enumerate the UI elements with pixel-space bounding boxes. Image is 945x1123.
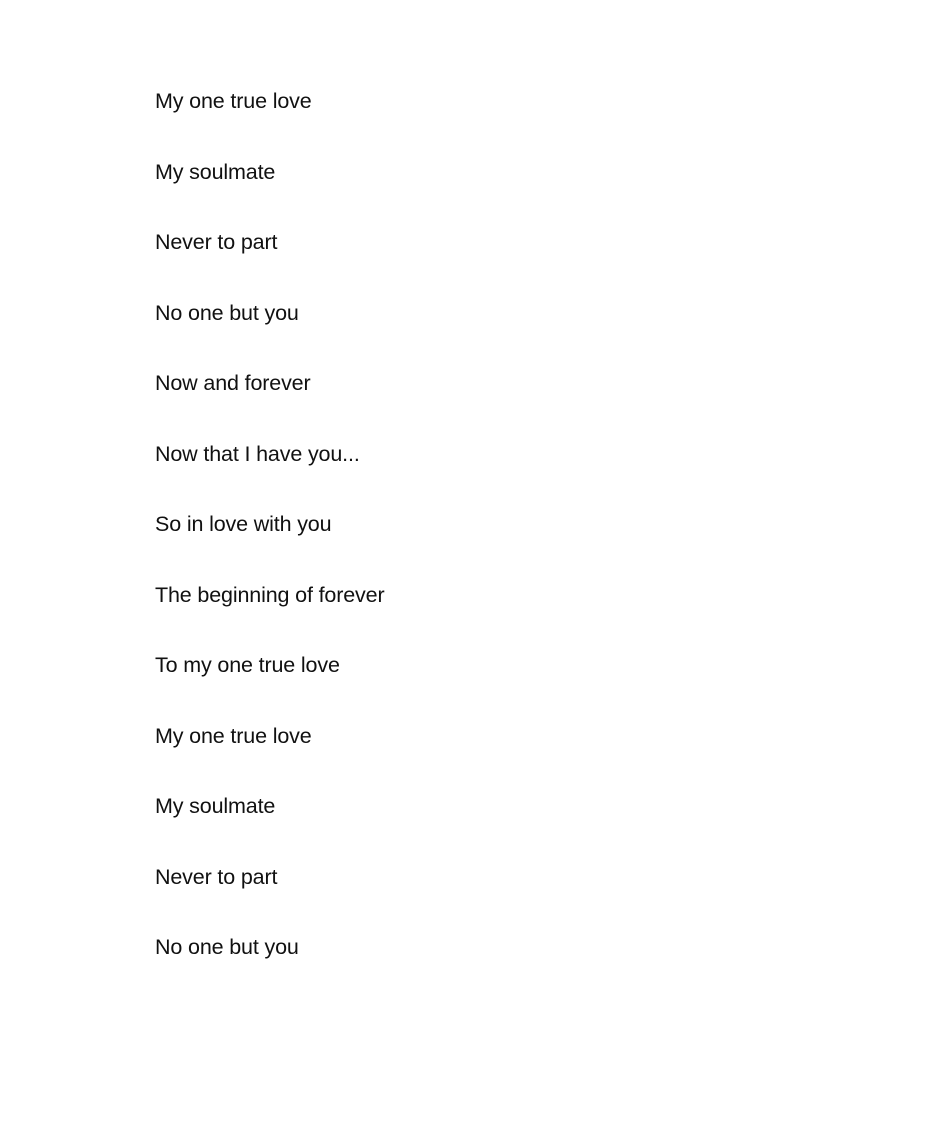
poem-line: My soulmate: [155, 159, 276, 184]
poem-line: Now and forever: [155, 371, 311, 395]
poem-line: To my one true love: [155, 653, 340, 677]
poem-line: So in love with you: [155, 512, 332, 536]
poem-text-block: My one true love My soulmate Never to pa…: [155, 88, 855, 960]
poem-line: Now that I have you...: [155, 441, 360, 466]
document-page: My one true love My soulmate Never to pa…: [0, 0, 945, 1123]
poem-line: My one true love: [155, 89, 312, 113]
poem-line: The beginning of forever: [155, 582, 385, 607]
poem-line: My one true love: [155, 723, 312, 748]
poem-line: No one but you: [155, 935, 299, 959]
poem-line: Never to part: [155, 864, 278, 889]
poem-line: My soulmate: [155, 794, 276, 818]
poem-line: Never to part: [155, 230, 278, 254]
poem-line: No one but you: [155, 300, 299, 325]
